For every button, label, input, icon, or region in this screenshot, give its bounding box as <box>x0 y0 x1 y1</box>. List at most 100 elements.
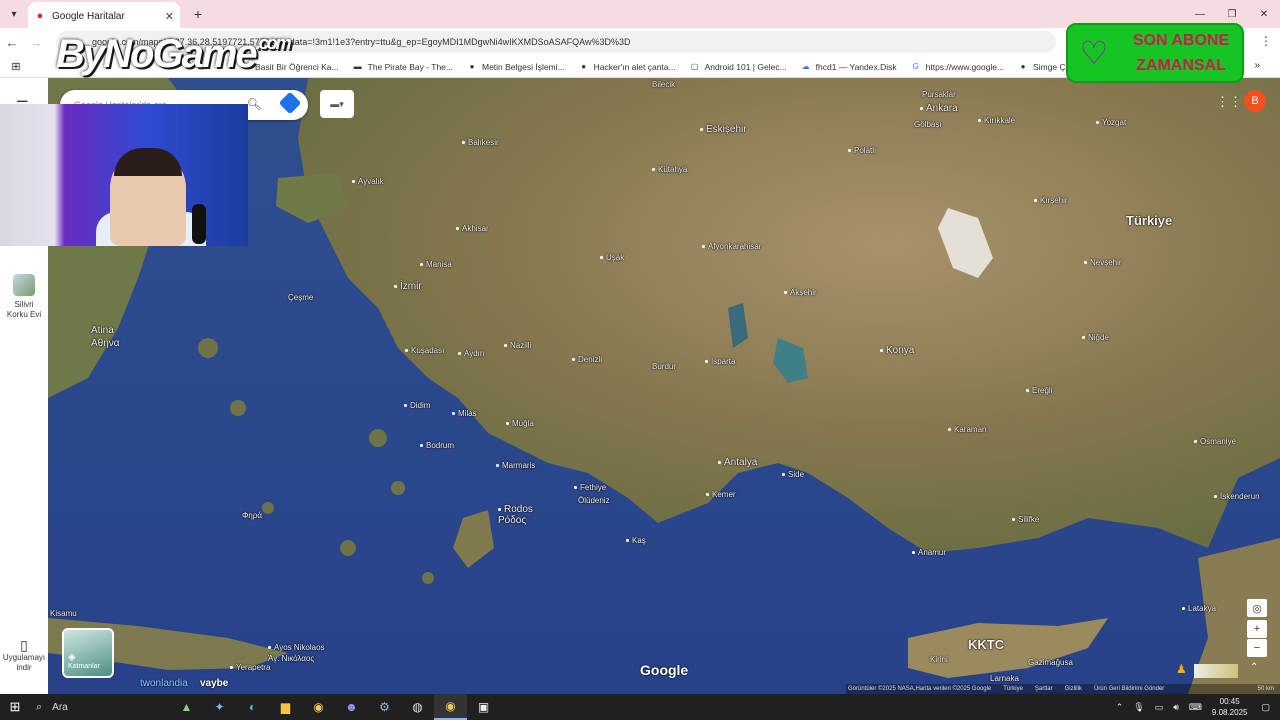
account-avatar[interactable]: B <box>1244 90 1266 112</box>
taskbar-clock[interactable]: 00:45 9.08.2025 <box>1212 696 1248 718</box>
apps-grid-icon[interactable]: ⊞ <box>0 60 32 73</box>
transit-chip-button[interactable]: ▬▾ <box>320 90 354 118</box>
microphone-icon[interactable]: 🎙︎ <box>1133 702 1144 713</box>
feedback-link[interactable]: Ürün Geri Bildirimi Gönder <box>1094 686 1164 692</box>
map-label[interactable]: Kuşadası <box>405 346 444 355</box>
directions-icon[interactable] <box>278 91 302 115</box>
map-label[interactable]: Osmaniye <box>1194 437 1236 446</box>
map-label[interactable]: Ereğli <box>1026 386 1052 395</box>
new-tab-plus-icon[interactable]: + <box>186 6 210 22</box>
map-label[interactable]: Kaş <box>626 536 646 545</box>
taskbar-search[interactable]: ⌕ Ara <box>30 701 170 714</box>
map-label[interactable]: Isparta <box>705 357 735 366</box>
map-label[interactable]: İskenderun <box>1214 492 1260 501</box>
region-link[interactable]: Türkiye <box>1003 686 1023 692</box>
map-label[interactable]: Ρόδος <box>498 515 526 526</box>
bookmark-item[interactable]: ▬ The Pirate Bay - The... <box>353 62 453 72</box>
map-label[interactable]: Burdur <box>652 362 676 371</box>
map-label[interactable]: Yerapetra <box>230 663 270 672</box>
landscape-icon[interactable]: ▲ <box>170 694 203 720</box>
map-label[interactable]: Antalya <box>718 457 757 468</box>
chrome-icon[interactable]: ◉ <box>302 694 335 720</box>
map-label[interactable]: Gölbaşı <box>914 120 942 129</box>
map-label[interactable]: Aydın <box>458 349 484 358</box>
browser-menu-icon[interactable]: ⋮ <box>1260 34 1272 48</box>
bookmarks-overflow-icon[interactable]: » <box>1254 60 1260 71</box>
my-location-icon[interactable]: ◎ <box>1247 599 1267 617</box>
steam-icon[interactable]: ⚙ <box>368 694 401 720</box>
map-label[interactable]: Afyonkarahisar <box>702 242 761 251</box>
map-label[interactable]: Kisamu <box>50 609 77 618</box>
map-label[interactable]: KKTC <box>968 637 1004 652</box>
map-label[interactable]: Türkiye <box>1126 213 1172 228</box>
search-icon[interactable]: 🔍︎ <box>247 97 262 111</box>
map-label[interactable]: Ankara <box>920 103 958 114</box>
map-label[interactable]: Çeşme <box>288 293 313 302</box>
map-label[interactable]: Nazilli <box>504 341 531 350</box>
pegman-icon[interactable]: ♟ <box>1176 662 1187 676</box>
bookmark-item[interactable]: ● Metin Belgesi İşlemi... <box>467 62 565 72</box>
layers-button[interactable]: ◈ Katmanlar <box>62 628 114 678</box>
folder-icon[interactable]: ▆ <box>269 694 302 720</box>
app-download-button[interactable]: ▯ Uygulamayı indir <box>0 638 48 673</box>
map-label[interactable]: Αθήνα <box>91 338 120 349</box>
map-label[interactable]: Karaman <box>948 425 986 434</box>
epic-icon[interactable]: ▣ <box>467 694 500 720</box>
map-label[interactable]: Bodrum <box>420 441 454 450</box>
map-label[interactable]: Rodos <box>498 504 533 515</box>
notifications-icon[interactable]: ▢ <box>1261 702 1270 713</box>
zoom-out-button[interactable]: − <box>1247 639 1267 657</box>
copilot-icon[interactable]: ✦ <box>203 694 236 720</box>
expand-up-icon[interactable]: ⌃ <box>1250 662 1258 673</box>
obs-icon[interactable]: ◍ <box>401 694 434 720</box>
imagery-thumbnails[interactable] <box>1194 664 1238 678</box>
tray-chevron-icon[interactable]: ⌃ <box>1116 702 1124 713</box>
map-label[interactable]: Φηρά <box>242 511 262 520</box>
map-label[interactable]: Marmaris <box>496 461 535 470</box>
map-label[interactable]: Latakya <box>1182 604 1216 613</box>
edge-icon[interactable]: ◐ <box>236 694 269 720</box>
map-label[interactable]: Uşak <box>600 253 624 262</box>
map-label[interactable]: Akhisar <box>456 224 489 233</box>
map-label[interactable]: Bilecik <box>652 80 675 89</box>
map-label[interactable]: Denizli <box>572 355 602 364</box>
map-label[interactable]: Side <box>782 470 804 479</box>
map-label[interactable]: Fethiye <box>574 483 606 492</box>
map-label[interactable]: Eskişehir <box>700 124 747 135</box>
bookmark-item[interactable]: ▢ Android 101 | Gelec... <box>690 62 787 72</box>
map-label[interactable]: Pursaklar <box>922 90 956 99</box>
map-label[interactable]: Kütahya <box>652 165 687 174</box>
map-label[interactable]: Kırıkkale <box>978 116 1015 125</box>
map-label[interactable]: Balıkesir <box>462 138 499 147</box>
map-label[interactable]: Gazimağusa <box>1028 658 1073 667</box>
map-label[interactable]: Didim <box>404 401 430 410</box>
bookmark-item[interactable]: ☁ fhcd1 — Yandex.Disk <box>801 62 897 72</box>
map-label[interactable]: Kirini <box>930 655 948 664</box>
tab-google-maps[interactable]: ● Google Haritalar ✕ <box>28 2 180 30</box>
close-window-icon[interactable]: ✕ <box>1248 0 1280 28</box>
map-label[interactable]: Silifke <box>1012 515 1039 524</box>
map-label[interactable]: Larnaka <box>990 674 1019 683</box>
map-label[interactable]: Anamur <box>912 548 946 557</box>
bookmark-item[interactable]: ● Hacker'ın alet çanta... <box>579 62 675 72</box>
map-label[interactable]: Ayos Nikolaos <box>268 643 325 652</box>
bookmark-item[interactable]: Ghttps://www.google... <box>911 62 1005 72</box>
scale-bar[interactable]: 50 km <box>1258 686 1280 692</box>
map-label[interactable]: Ölüdeniz <box>578 496 610 505</box>
map-label[interactable]: Niğde <box>1082 333 1109 342</box>
map-label[interactable]: Atina <box>91 325 114 336</box>
map-label[interactable]: Polatlı <box>848 146 876 155</box>
zoom-in-button[interactable]: + <box>1247 620 1267 638</box>
map-label[interactable]: Yozgat <box>1096 118 1126 127</box>
privacy-link[interactable]: Gizlilik <box>1065 686 1082 692</box>
saved-place-shortcut[interactable]: Silivri Korku Evi <box>4 274 44 320</box>
close-tab-icon[interactable]: ✕ <box>165 10 174 23</box>
map-label[interactable]: Kemer <box>706 490 736 499</box>
map-label[interactable]: İzmir <box>394 281 422 292</box>
map-label[interactable]: Manisa <box>420 260 452 269</box>
map-label[interactable]: Kırşehir <box>1034 196 1068 205</box>
network-icon[interactable]: ▭ <box>1155 702 1164 713</box>
chrome-icon[interactable]: ◉ <box>434 694 467 720</box>
terms-link[interactable]: Şartlar <box>1035 686 1053 692</box>
keyboard-icon[interactable]: ⌨ <box>1189 702 1202 713</box>
